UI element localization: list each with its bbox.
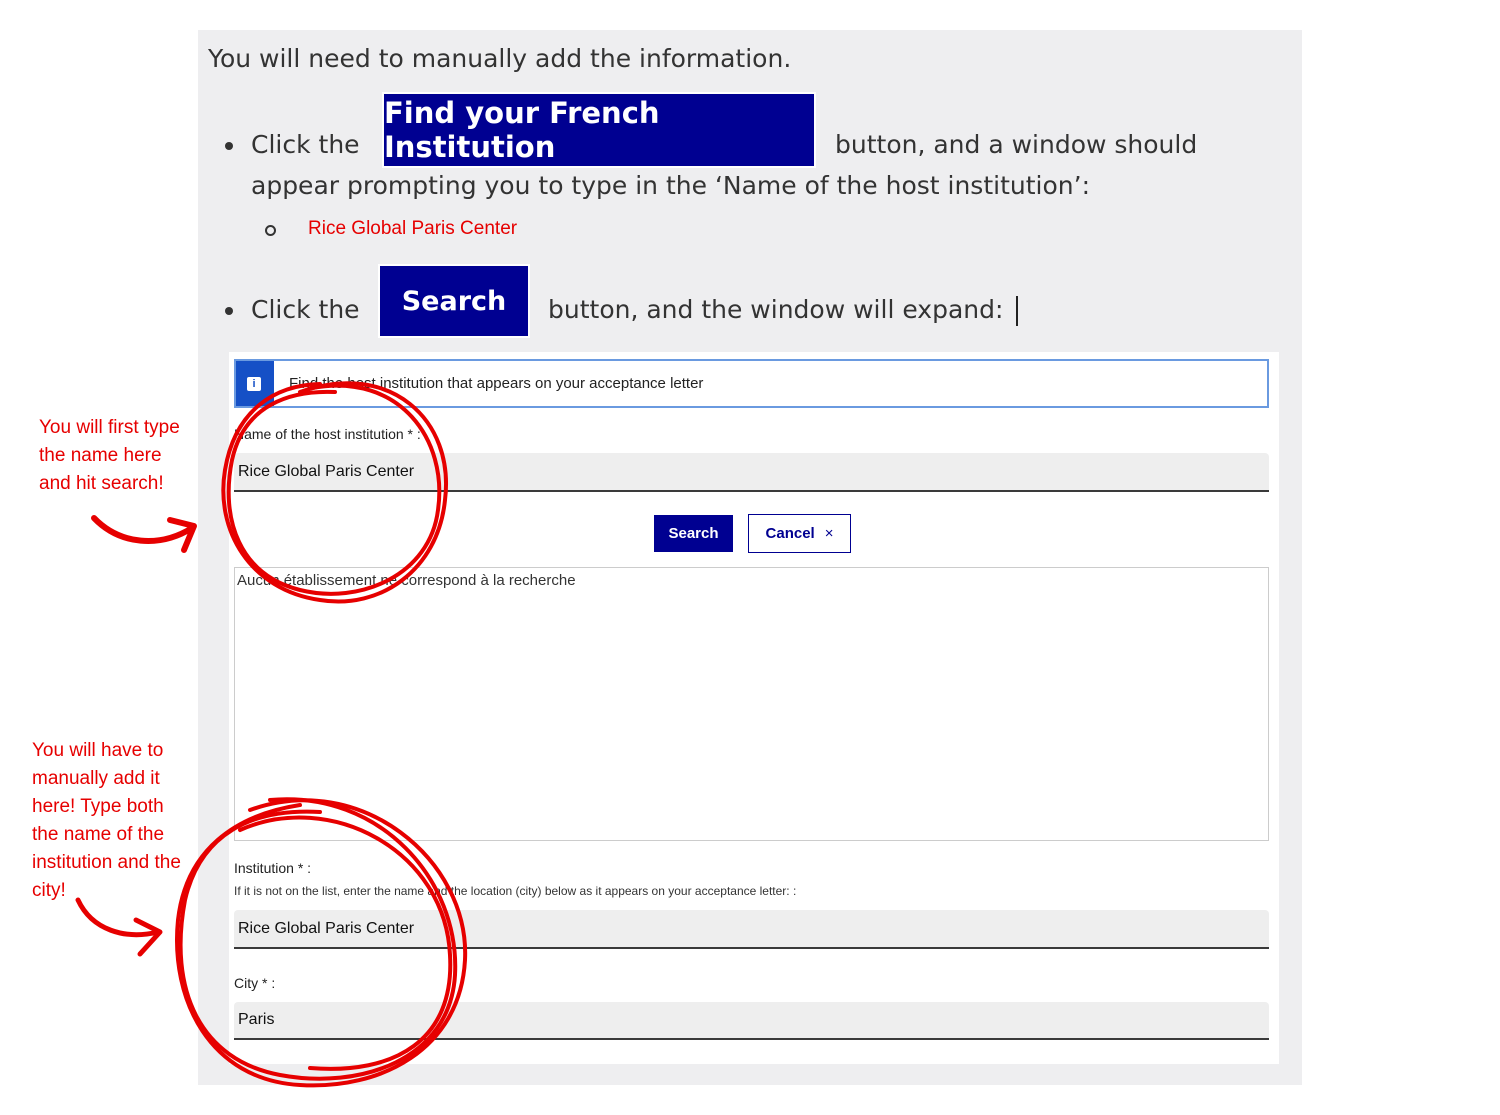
step2-prefix: Click the [251,295,360,324]
text-caret [1016,296,1018,326]
annotation-line: city! [32,880,66,901]
city-input[interactable]: Paris [234,1002,1269,1040]
annotation-line: the name of the [32,824,165,845]
info-icon: i [247,377,261,391]
annotation-line: the name here [39,445,162,466]
annotation-second: You will have to manually add it here! T… [32,737,181,905]
annotation-line: institution and the [32,852,181,873]
step2-suffix: button, and the window will expand: [548,295,1004,324]
annotation-line: manually add it [32,768,160,789]
sub-bullet [265,225,276,236]
city-label: City * : [234,975,276,991]
info-icon-bar: i [236,361,274,406]
step1-suffix: button, and a window should [835,130,1198,159]
close-icon: × [824,525,834,542]
annotation-first: You will first type the name here and hi… [39,414,180,498]
name-field-label: Name of the host institution * : [234,426,421,442]
annotation-line: here! Type both [32,796,164,817]
sub-item-institution: Rice Global Paris Center [308,218,518,239]
bullet-dot [225,142,233,150]
info-banner: i Find the host institution that appears… [234,359,1269,408]
cancel-button[interactable]: Cancel × [748,514,851,553]
institution-hint: If it is not on the list, enter the name… [234,884,797,898]
intro-text: You will need to manually add the inform… [208,44,792,73]
annotation-line: and hit search! [39,473,164,494]
arrow-icon-upper [91,515,197,553]
institution-label: Institution * : [234,860,312,876]
results-list: Aucun établissement ne correspond à la r… [234,567,1269,841]
info-text: Find the host institution that appears o… [289,375,704,392]
annotation-line: You will first type [39,417,180,438]
search-button-image[interactable]: Search [378,264,530,338]
step1-line2: appear prompting you to type in the ‘Nam… [251,171,1090,200]
step1-prefix: Click the [251,130,360,159]
find-french-institution-button[interactable]: Find your French Institution [382,92,816,168]
host-institution-input[interactable]: Rice Global Paris Center [234,453,1269,492]
institution-input[interactable]: Rice Global Paris Center [234,910,1269,949]
cancel-label: Cancel [765,525,815,542]
no-results-text: Aucun établissement ne correspond à la r… [237,572,576,589]
arrow-icon-lower [75,897,163,957]
bullet-dot [225,307,233,315]
annotation-line: You will have to [32,740,164,761]
search-button[interactable]: Search [654,515,733,552]
